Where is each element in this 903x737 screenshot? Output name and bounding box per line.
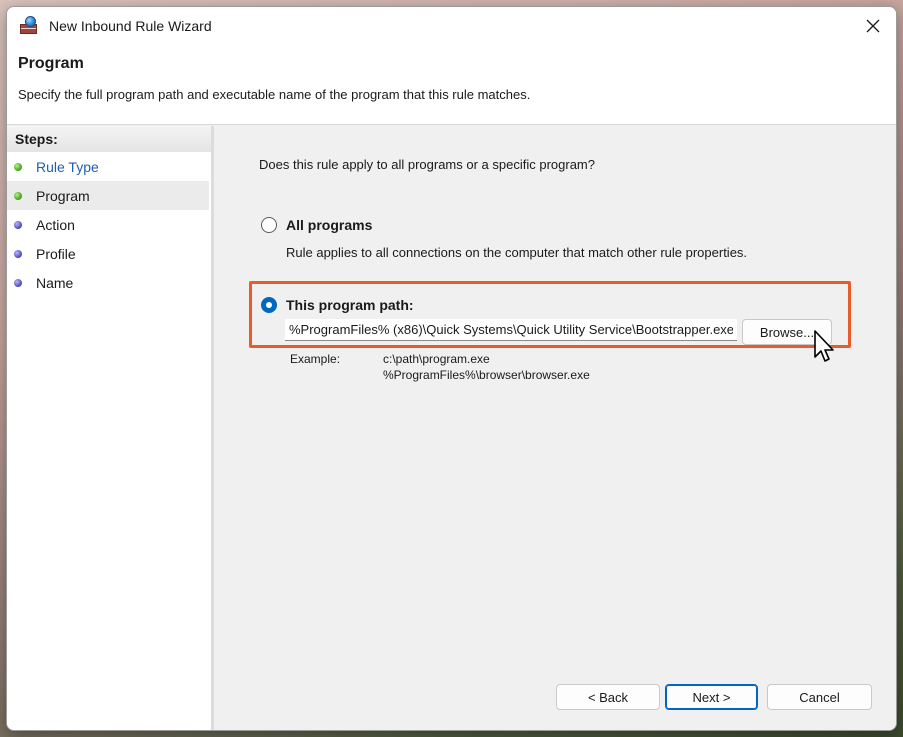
program-path-input[interactable]: [285, 319, 737, 341]
step-program: Program: [7, 181, 209, 210]
step-action: Action: [7, 210, 211, 239]
all-programs-label[interactable]: All programs: [286, 217, 372, 233]
question-text: Does this rule apply to all programs or …: [259, 157, 595, 172]
next-button[interactable]: Next >: [665, 684, 758, 710]
example-label: Example:: [290, 352, 341, 366]
steps-panel: Steps: Rule Type Program Action Profile …: [7, 126, 214, 730]
all-programs-description: Rule applies to all connections on the c…: [286, 245, 748, 260]
step-label: Name: [36, 274, 74, 291]
close-icon: [866, 19, 880, 33]
page-title: Program: [18, 55, 84, 72]
pending-step-icon: [14, 249, 22, 258]
mouse-cursor-icon: [814, 330, 834, 362]
steps-title: Steps:: [7, 126, 211, 152]
content-panel: Does this rule apply to all programs or …: [217, 126, 896, 730]
radio-checked-icon[interactable]: [261, 297, 277, 313]
step-name: Name: [7, 268, 211, 297]
example-line-2: %ProgramFiles%\browser\browser.exe: [383, 368, 590, 382]
example-line-1: c:\path\program.exe: [383, 352, 490, 366]
step-label: Profile: [36, 245, 76, 262]
cancel-button[interactable]: Cancel: [767, 684, 872, 710]
radio-unchecked-icon[interactable]: [261, 217, 277, 233]
pending-step-icon: [14, 220, 22, 229]
pending-step-icon: [14, 278, 22, 287]
step-profile: Profile: [7, 239, 211, 268]
wizard-window: New Inbound Rule Wizard Program Specify …: [6, 6, 897, 731]
step-label: Action: [36, 216, 75, 233]
firewall-icon: [19, 16, 39, 36]
step-rule-type[interactable]: Rule Type: [7, 152, 211, 181]
back-button[interactable]: < Back: [556, 684, 660, 710]
close-button[interactable]: [850, 7, 896, 45]
program-path-radio[interactable]: This program path:: [261, 297, 414, 313]
page-subtitle: Specify the full program path and execut…: [18, 87, 531, 102]
all-programs-radio[interactable]: All programs: [261, 217, 372, 233]
title-bar: New Inbound Rule Wizard: [7, 7, 896, 45]
step-label: Rule Type: [36, 158, 99, 175]
current-step-icon: [14, 191, 22, 200]
page-header: Program Specify the full program path an…: [7, 45, 896, 125]
program-path-label[interactable]: This program path:: [286, 297, 414, 313]
step-label: Program: [36, 187, 90, 204]
completed-step-icon: [14, 162, 22, 171]
window-title: New Inbound Rule Wizard: [49, 18, 212, 34]
